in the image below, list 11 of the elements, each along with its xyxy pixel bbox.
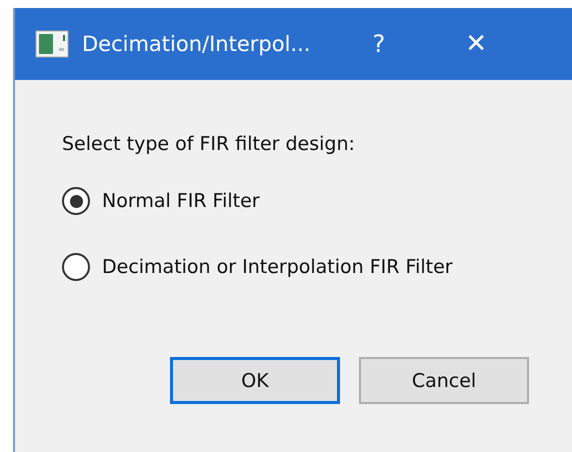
radio-button[interactable] [62, 253, 90, 281]
window-title: Decimation/Interpol... [82, 32, 310, 56]
dialog-button[interactable]: Cancel [359, 357, 529, 404]
app-icon [35, 30, 69, 58]
option-label[interactable]: Decimation or Interpolation FIR Filter [102, 256, 453, 278]
prompt-text: Select type of FIR filter design: [62, 133, 356, 155]
close-button[interactable]: ✕ [465, 29, 487, 59]
help-button[interactable]: ? [372, 30, 386, 58]
option-label[interactable]: Normal FIR Filter [102, 190, 260, 212]
dialog-button[interactable]: OK [170, 357, 340, 404]
radio-button[interactable] [62, 187, 90, 215]
